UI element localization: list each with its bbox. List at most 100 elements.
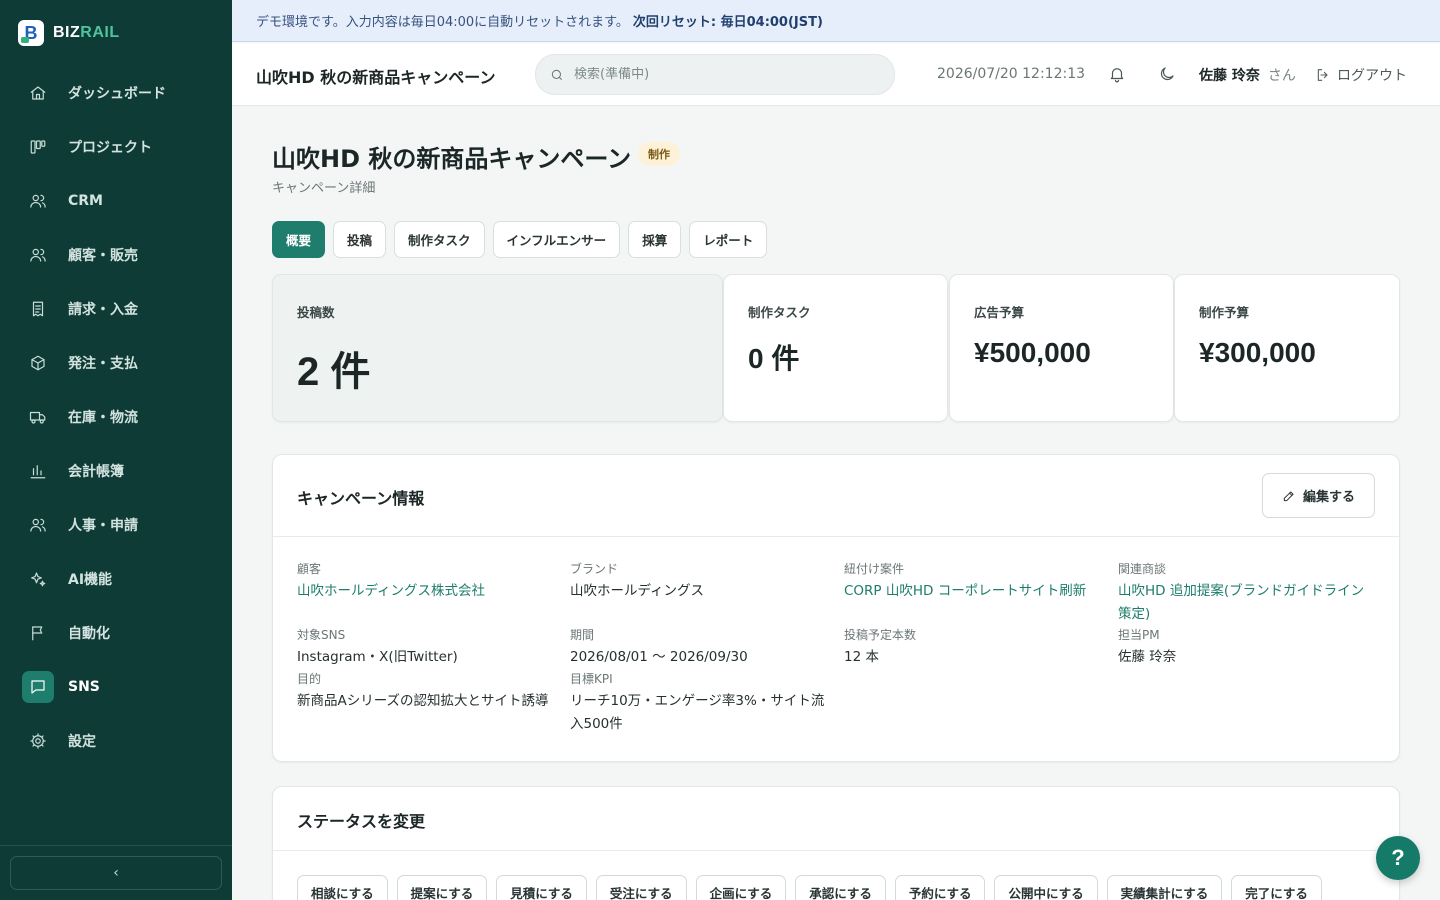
page-title: 山吹HD 秋の新商品キャンペーン xyxy=(272,145,632,173)
page-subtitle: キャンペーン詳細 xyxy=(272,181,376,196)
pencil-icon xyxy=(1283,490,1294,501)
field-purpose: 目的 新商品Aシリーズの認知拡大とサイト誘導 xyxy=(297,672,549,709)
search-input[interactable] xyxy=(574,67,874,82)
sidebar-item-purchasing[interactable]: 発注・支払 xyxy=(0,336,232,390)
box-icon xyxy=(22,347,54,379)
sidebar-item-ai[interactable]: AI機能 xyxy=(0,552,232,606)
field-planned-posts: 投稿予定本数 12 本 xyxy=(844,628,917,665)
demo-banner: デモ環境です。入力内容は毎日04:00に自動リセットされます。 次回リセット: 毎… xyxy=(232,0,1440,42)
status-button-approval[interactable]: 承認にする xyxy=(795,875,886,900)
status-button-estimate[interactable]: 見積にする xyxy=(496,875,587,900)
sidebar-item-sns[interactable]: SNS xyxy=(0,660,232,714)
field-customer: 顧客 山吹ホールディングス株式会社 xyxy=(297,561,559,603)
tab-overview[interactable]: 概要 xyxy=(272,221,326,258)
info-grid: 顧客 山吹ホールディングス株式会社 ブランド 山吹ホールディングス 紐付け案件 … xyxy=(273,537,1399,761)
users-icon xyxy=(22,509,54,541)
field-brand: ブランド 山吹ホールディングス xyxy=(570,562,705,599)
help-button[interactable]: ? xyxy=(1376,836,1420,880)
header-title: 山吹HD 秋の新商品キャンペーン xyxy=(256,68,496,87)
stat-label: 制作タスク xyxy=(748,305,811,320)
logout-button[interactable]: ログアウト xyxy=(1315,65,1407,85)
receipt-icon xyxy=(22,293,54,325)
sidebar-collapse-button[interactable]: ‹ xyxy=(10,856,222,890)
field-period: 期間 2026/08/01 〜 2026/09/30 xyxy=(570,628,748,665)
sidebar-item-settings[interactable]: 設定 xyxy=(0,714,232,768)
status-button-group: 相談にする 提案にする 見積にする 受注にする 企画にする 承認にする 予約にす… xyxy=(297,875,1322,900)
status-button-published[interactable]: 公開中にする xyxy=(994,875,1098,900)
card-header: キャンペーン情報 編集する xyxy=(273,455,1399,537)
sidebar-item-automation[interactable]: 自動化 xyxy=(0,606,232,660)
related-deal-link[interactable]: 山吹HD 追加提案(ブランドガイドライン策定) xyxy=(1118,580,1376,626)
logo-icon: B xyxy=(18,20,44,46)
tab-profitability[interactable]: 採算 xyxy=(628,221,682,258)
sidebar-item-label: ダッシュボード xyxy=(68,86,166,102)
top-header: 山吹HD 秋の新商品キャンペーン 2026/07/20 12:12:13 佐藤 … xyxy=(232,43,1440,106)
sidebar-item-billing[interactable]: 請求・入金 xyxy=(0,282,232,336)
stat-card-production-budget: 制作予算 ¥300,000 xyxy=(1174,274,1400,422)
linked-project-link[interactable]: CORP 山吹HD コーポレートサイト刷新 xyxy=(844,580,1106,603)
status-button-complete[interactable]: 完了にする xyxy=(1231,875,1322,900)
sidebar-item-label: CRM xyxy=(68,193,103,209)
search-box[interactable] xyxy=(535,54,895,95)
search-icon xyxy=(551,69,563,80)
logout-icon xyxy=(1317,69,1328,81)
sidebar-item-label: 発注・支払 xyxy=(68,356,138,372)
field-linked-project: 紐付け案件 CORP 山吹HD コーポレートサイト刷新 xyxy=(844,561,1106,603)
truck-icon xyxy=(22,401,54,433)
sidebar-item-inventory[interactable]: 在庫・物流 xyxy=(0,390,232,444)
field-related-deal: 関連商談 山吹HD 追加提案(ブランドガイドライン策定) xyxy=(1118,561,1376,626)
edit-button[interactable]: 編集する xyxy=(1262,473,1375,518)
banner-emphasis: 次回リセット: 毎日04:00(JST) xyxy=(632,15,823,30)
status-button-order[interactable]: 受注にする xyxy=(595,875,687,900)
edit-label: 編集する xyxy=(1302,490,1355,505)
field-pm: 担当PM 佐藤 玲奈 xyxy=(1118,628,1177,665)
sidebar-item-label: 会計帳簿 xyxy=(68,464,124,480)
bell-icon[interactable] xyxy=(1108,65,1126,87)
card-title: ステータスを変更 xyxy=(297,812,426,831)
message-icon xyxy=(22,671,54,703)
card-title: キャンペーン情報 xyxy=(297,489,425,508)
status-button-proposal[interactable]: 提案にする xyxy=(396,875,488,900)
status-button-scheduled[interactable]: 予約にする xyxy=(894,875,986,900)
campaign-info-card: キャンペーン情報 編集する 顧客 山吹ホールディングス株式会社 ブランド 山吹ホ… xyxy=(272,454,1400,762)
sidebar-item-crm[interactable]: CRM xyxy=(0,174,232,228)
sidebar-item-customers-sales[interactable]: 顧客・販売 xyxy=(0,228,232,282)
logout-label: ログアウト xyxy=(1337,68,1407,84)
tab-report[interactable]: レポート xyxy=(689,221,768,258)
status-button-planning[interactable]: 企画にする xyxy=(695,875,787,900)
sidebar-item-label: プロジェクト xyxy=(68,140,152,156)
stat-label: 制作予算 xyxy=(1199,305,1250,320)
tab-production-tasks[interactable]: 制作タスク xyxy=(394,221,485,258)
sidebar-item-label: 人事・申請 xyxy=(68,518,138,534)
sidebar-item-label: SNS xyxy=(68,679,100,695)
gear-icon xyxy=(22,725,54,757)
sidebar-item-label: 在庫・物流 xyxy=(68,410,138,426)
brand-logo[interactable]: B BIZRAIL xyxy=(18,20,120,46)
stat-card-tasks: 制作タスク 0 件 xyxy=(723,274,948,422)
sidebar-item-accounting[interactable]: 会計帳簿 xyxy=(0,444,232,498)
home-icon xyxy=(22,77,54,109)
sidebar-nav: ダッシュボード プロジェクト CRM 顧客・販売 請求・入金 発注・支払 在庫・… xyxy=(0,66,232,768)
current-datetime: 2026/07/20 12:12:13 xyxy=(937,66,1086,82)
tab-posts[interactable]: 投稿 xyxy=(333,221,387,258)
field-target-kpi: 目標KPI リーチ10万・エンゲージ率3%・サイト流入500件 xyxy=(570,672,825,732)
sidebar-item-project[interactable]: プロジェクト xyxy=(0,120,232,174)
moon-icon[interactable] xyxy=(1158,65,1176,87)
status-button-results[interactable]: 実績集計にする xyxy=(1106,875,1223,900)
banner-text: デモ環境です。入力内容は毎日04:00に自動リセットされます。 xyxy=(256,15,629,30)
customer-link[interactable]: 山吹ホールディングス株式会社 xyxy=(297,580,559,603)
card-header: ステータスを変更 xyxy=(273,787,1399,851)
stat-card-posts: 投稿数 2 件 xyxy=(272,274,723,422)
sidebar-item-hr[interactable]: 人事・申請 xyxy=(0,498,232,552)
kanban-icon xyxy=(22,131,54,163)
sidebar-item-dashboard[interactable]: ダッシュボード xyxy=(0,66,232,120)
stat-value: ¥500,000 xyxy=(974,337,1091,368)
sidebar-item-label: 請求・入金 xyxy=(68,302,138,318)
main-content: 山吹HD 秋の新商品キャンペーン 制作 キャンペーン詳細 概要 投稿 制作タスク… xyxy=(232,107,1440,900)
status-button-consult[interactable]: 相談にする xyxy=(297,875,388,900)
users-icon xyxy=(22,239,54,271)
sparkle-icon xyxy=(22,563,54,595)
tab-influencers[interactable]: インフルエンサー xyxy=(492,221,621,258)
field-target-sns: 対象SNS Instagram・X(旧Twitter) xyxy=(297,628,458,665)
sidebar: B BIZRAIL ダッシュボード プロジェクト CRM 顧客・販売 請求・入金… xyxy=(0,0,232,900)
